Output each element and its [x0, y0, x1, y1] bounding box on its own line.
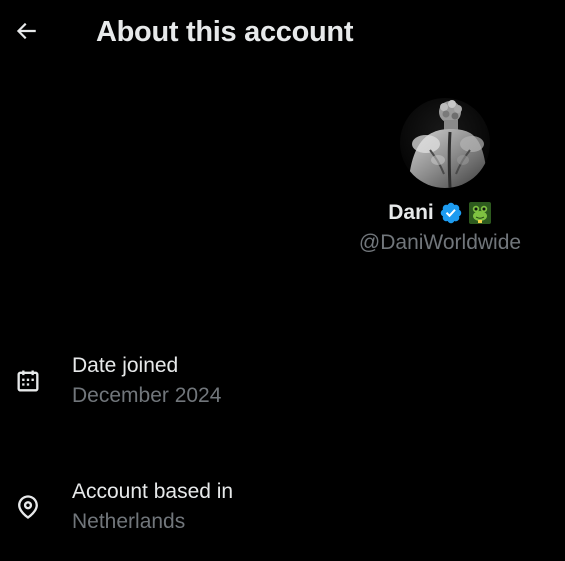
display-name: Dani	[388, 201, 434, 224]
back-button[interactable]	[8, 13, 44, 49]
location-pin-icon	[13, 492, 43, 522]
name-row: Dani	[388, 201, 492, 225]
account-handle: @DaniWorldwide	[358, 231, 522, 254]
account-location-label: Account based in	[72, 480, 234, 503]
profile-photo	[400, 98, 490, 188]
arrow-left-icon	[16, 22, 36, 40]
date-joined-row: Date joined December 2024	[0, 352, 565, 422]
header-bar: About this account	[0, 0, 565, 66]
date-joined-value: December 2024	[72, 384, 222, 407]
avatar[interactable]	[400, 98, 490, 188]
green-frog-icon	[468, 201, 492, 225]
account-location-value: Netherlands	[72, 510, 186, 533]
verified-badge-icon	[440, 202, 462, 224]
calendar-icon	[13, 366, 43, 396]
date-joined-label: Date joined	[72, 354, 179, 377]
page-title: About this account	[96, 16, 354, 48]
profile-summary: Dani @DaniWorldwide	[335, 98, 545, 255]
account-location-row: Account based in Netherlands	[0, 478, 565, 548]
